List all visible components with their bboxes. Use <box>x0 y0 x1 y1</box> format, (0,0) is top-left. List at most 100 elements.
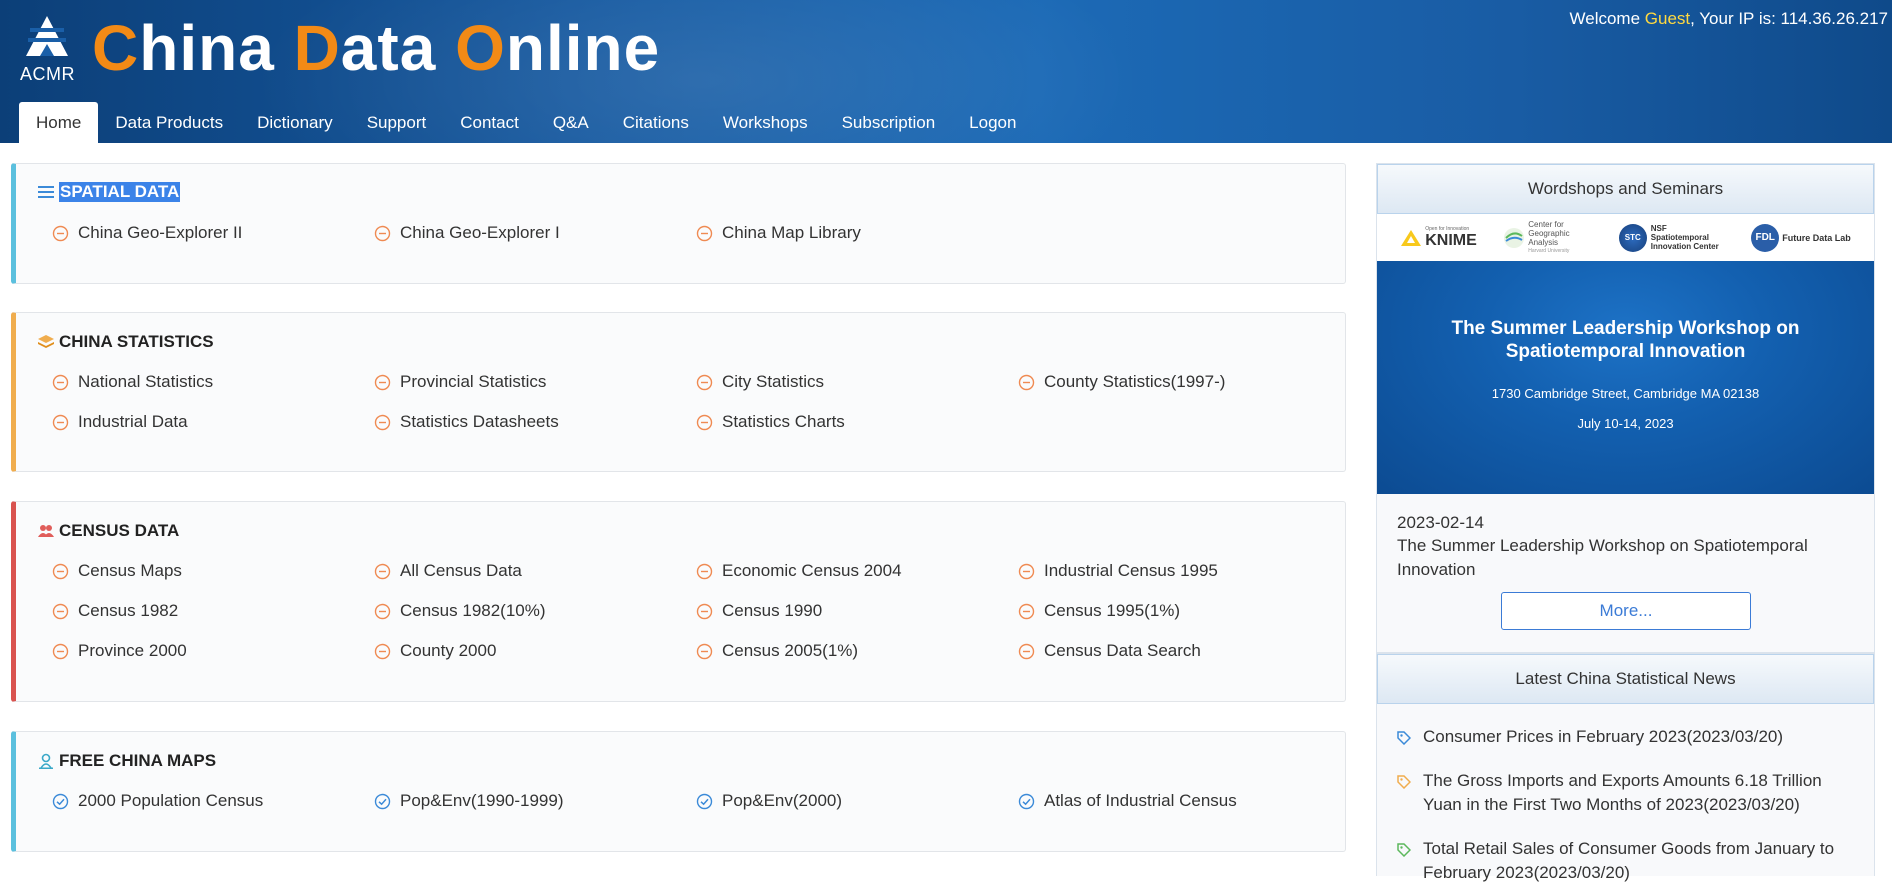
title-rest-china: hina <box>139 12 294 84</box>
minus-circle-icon <box>52 374 69 391</box>
link-label: Census Data Search <box>1044 641 1201 660</box>
knime-triangle-icon <box>1401 229 1422 246</box>
link-census-data-search[interactable]: Census Data Search <box>1018 641 1201 661</box>
section-title: FREE CHINA MAPS <box>38 751 216 771</box>
link-label: Census 1995(1%) <box>1044 601 1181 620</box>
banner-background: The Summer Leadership Workshop on Spatio… <box>1377 261 1874 494</box>
nsf-logo: STC NSF Spatiotemporal Innovation Center <box>1618 223 1725 252</box>
cga-text: Center for Geographic Analysis <box>1528 219 1570 247</box>
check-circle-icon <box>52 793 69 810</box>
tab-workshops[interactable]: Workshops <box>706 102 825 143</box>
tab-data-products[interactable]: Data Products <box>98 102 240 143</box>
knime-logo: Open for Innovation KNIME <box>1400 226 1477 250</box>
cga-logo: Center for Geographic Analysis Harvard U… <box>1503 220 1592 256</box>
link-city-statistics[interactable]: City Statistics <box>696 372 824 392</box>
title-rest-data: ata <box>340 12 456 84</box>
link-provincial-statistics[interactable]: Provincial Statistics <box>374 372 546 392</box>
link-statistics-charts[interactable]: Statistics Charts <box>696 412 845 432</box>
link-label: Provincial Statistics <box>400 372 547 391</box>
news-item[interactable]: Total Retail Sales of Consumer Goods fro… <box>1397 837 1862 885</box>
tab-logon[interactable]: Logon <box>952 102 1033 143</box>
link-china-map-library[interactable]: China Map Library <box>696 223 861 243</box>
link-census-1995-1pct[interactable]: Census 1995(1%) <box>1018 601 1180 621</box>
link-national-statistics[interactable]: National Statistics <box>52 372 213 392</box>
link-label: Pop&Env(2000) <box>722 791 843 810</box>
workshops-panel: Wordshops and Seminars Open for Innovati… <box>1376 163 1875 653</box>
section-title: CENSUS DATA <box>38 521 179 541</box>
minus-circle-icon <box>374 374 391 391</box>
minus-circle-icon <box>52 603 69 620</box>
tab-dictionary[interactable]: Dictionary <box>240 102 350 143</box>
tag-icon <box>1397 837 1423 885</box>
minus-circle-icon <box>52 563 69 580</box>
more-button[interactable]: More... <box>1501 592 1751 630</box>
link-census-2005-1pct[interactable]: Census 2005(1%) <box>696 641 858 661</box>
news-text: Consumer Prices in February 2023(2023/03… <box>1423 727 1784 746</box>
workshop-title-link[interactable]: The Summer Leadership Workshop on Spatio… <box>1397 534 1837 582</box>
site-header: ACMR China Data Online Welcome Guest, Yo… <box>0 0 1892 143</box>
acmr-logo-mark-icon <box>26 16 68 56</box>
section-free-china-maps: FREE CHINA MAPS 2000 Population Census P… <box>11 731 1346 852</box>
link-industrial-census-1995[interactable]: Industrial Census 1995 <box>1018 561 1218 581</box>
link-pop-env-2000[interactable]: Pop&Env(2000) <box>696 791 842 811</box>
link-province-2000[interactable]: Province 2000 <box>52 641 187 661</box>
link-census-1982[interactable]: Census 1982 <box>52 601 178 621</box>
section-title-text: SPATIAL DATA <box>59 182 181 202</box>
banner-title-line1: The Summer Leadership Workshop on <box>1451 318 1800 339</box>
section-spatial-data: SPATIAL DATA China Geo-Explorer II China… <box>11 163 1346 284</box>
minus-circle-icon <box>696 414 713 431</box>
news-item[interactable]: The Gross Imports and Exports Amounts 6.… <box>1397 769 1862 817</box>
tab-qa[interactable]: Q&A <box>536 102 606 143</box>
fdl-globe-icon: FDL <box>1751 223 1780 252</box>
workshop-banner[interactable]: Open for Innovation KNIME Center for Geo… <box>1377 214 1874 494</box>
minus-circle-icon <box>1018 374 1035 391</box>
link-pop-env-1990-1999[interactable]: Pop&Env(1990-1999) <box>374 791 564 811</box>
minus-circle-icon <box>1018 603 1035 620</box>
layers-icon <box>38 334 54 350</box>
news-heading: Latest China Statistical News <box>1377 654 1874 704</box>
nsf-text: NSF Spatiotemporal Innovation Center <box>1650 224 1719 251</box>
link-china-geo-explorer-ii[interactable]: China Geo-Explorer II <box>52 223 242 243</box>
link-2000-population-census[interactable]: 2000 Population Census <box>52 791 263 811</box>
news-text: Total Retail Sales of Consumer Goods fro… <box>1423 839 1835 882</box>
tab-subscription[interactable]: Subscription <box>825 102 953 143</box>
link-census-1982-10pct[interactable]: Census 1982(10%) <box>374 601 546 621</box>
user-pin-icon <box>38 753 54 769</box>
workshop-date: 2023-02-14 <box>1397 513 1484 532</box>
link-census-1990[interactable]: Census 1990 <box>696 601 822 621</box>
link-label: National Statistics <box>78 372 214 391</box>
link-economic-census-2004[interactable]: Economic Census 2004 <box>696 561 902 581</box>
link-label: Statistics Datasheets <box>400 412 559 431</box>
minus-circle-icon <box>696 603 713 620</box>
link-atlas-industrial-census[interactable]: Atlas of Industrial Census <box>1018 791 1237 811</box>
link-census-maps[interactable]: Census Maps <box>52 561 182 581</box>
title-rest-online: nline <box>505 12 661 84</box>
link-label: Province 2000 <box>78 641 187 660</box>
link-county-2000[interactable]: County 2000 <box>374 641 496 661</box>
tab-citations[interactable]: Citations <box>606 102 706 143</box>
title-cap-o: O <box>455 12 506 84</box>
banner-address: 1730 Cambridge Street, Cambridge MA 0213… <box>1491 386 1760 401</box>
acmr-logo[interactable]: ACMR <box>18 14 78 84</box>
tab-contact[interactable]: Contact <box>443 102 536 143</box>
link-label: Economic Census 2004 <box>722 561 902 580</box>
site-title: China Data Online <box>92 8 660 88</box>
news-text: The Gross Imports and Exports Amounts 6.… <box>1423 771 1822 814</box>
section-title-text: CENSUS DATA <box>59 521 180 540</box>
link-label: Statistics Charts <box>722 412 845 431</box>
tag-icon <box>1397 725 1423 752</box>
news-item[interactable]: Consumer Prices in February 2023(2023/03… <box>1397 725 1862 752</box>
link-county-statistics[interactable]: County Statistics(1997-) <box>1018 372 1225 392</box>
knime-text: KNIME <box>1425 231 1477 249</box>
link-industrial-data[interactable]: Industrial Data <box>52 412 188 432</box>
link-all-census-data[interactable]: All Census Data <box>374 561 522 581</box>
link-label: City Statistics <box>722 372 825 391</box>
tab-support[interactable]: Support <box>350 102 444 143</box>
link-label: Census 2005(1%) <box>722 641 859 660</box>
workshops-heading: Wordshops and Seminars <box>1377 164 1874 214</box>
minus-circle-icon <box>696 374 713 391</box>
link-statistics-datasheets[interactable]: Statistics Datasheets <box>374 412 559 432</box>
link-china-geo-explorer-i[interactable]: China Geo-Explorer I <box>374 223 560 243</box>
tab-home[interactable]: Home <box>19 102 99 143</box>
minus-circle-icon <box>1018 643 1035 660</box>
